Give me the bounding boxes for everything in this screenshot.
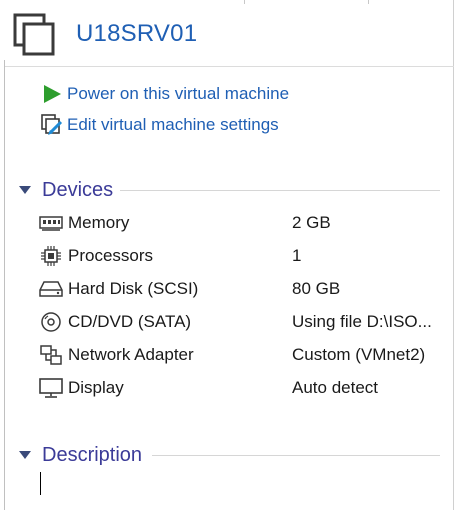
header-separator <box>5 66 454 67</box>
device-name: Processors <box>68 246 154 265</box>
processor-icon <box>38 244 64 268</box>
device-name: Memory <box>68 213 130 232</box>
edit-settings-label: Edit virtual machine settings <box>67 115 279 134</box>
device-value: Auto detect <box>292 378 379 397</box>
device-name: Display <box>68 378 124 397</box>
device-row-hard-disk[interactable]: Hard Disk (SCSI) 80 GB <box>38 277 448 301</box>
description-section-divider <box>152 455 440 456</box>
cd-dvd-icon <box>38 310 64 334</box>
virtual-machine-icon <box>13 13 55 57</box>
text-caret <box>40 472 41 495</box>
description-section-title: Description <box>42 443 143 466</box>
devices-section-divider <box>120 190 440 191</box>
display-icon <box>38 376 64 400</box>
power-on-button[interactable]: Power on this virtual machine <box>40 82 289 106</box>
network-adapter-icon <box>38 343 64 367</box>
devices-section-header[interactable]: Devices <box>16 177 113 203</box>
device-row-processors[interactable]: Processors 1 <box>38 244 448 268</box>
description-section-header[interactable]: Description <box>16 442 142 468</box>
device-name: Hard Disk (SCSI) <box>68 279 199 298</box>
play-icon <box>40 82 64 106</box>
device-value: Using file D:\ISO... <box>292 312 432 331</box>
chevron-down-icon[interactable] <box>16 181 34 199</box>
devices-section-title: Devices <box>42 178 114 201</box>
power-on-label: Power on this virtual machine <box>67 84 290 103</box>
vm-title: U18SRV01 <box>76 20 198 47</box>
device-name: CD/DVD (SATA) <box>68 312 192 331</box>
device-row-display[interactable]: Display Auto detect <box>38 376 448 400</box>
device-row-memory[interactable]: Memory 2 GB <box>38 211 448 235</box>
device-value: 80 GB <box>292 279 341 298</box>
device-value: 1 <box>292 246 302 265</box>
device-row-cd-dvd[interactable]: CD/DVD (SATA) Using file D:\ISO... <box>38 310 448 334</box>
edit-settings-icon <box>40 113 64 137</box>
vm-header: U18SRV01 <box>0 0 454 66</box>
device-value: Custom (VMnet2) <box>292 345 426 364</box>
device-row-network-adapter[interactable]: Network Adapter Custom (VMnet2) <box>38 343 448 367</box>
device-value: 2 GB <box>292 213 331 232</box>
device-name: Network Adapter <box>68 345 194 364</box>
left-border <box>4 60 5 510</box>
memory-icon <box>38 211 64 235</box>
edit-settings-button[interactable]: Edit virtual machine settings <box>40 113 279 137</box>
chevron-down-icon[interactable] <box>16 446 34 464</box>
hard-disk-icon <box>38 277 64 301</box>
description-text[interactable] <box>40 470 440 498</box>
